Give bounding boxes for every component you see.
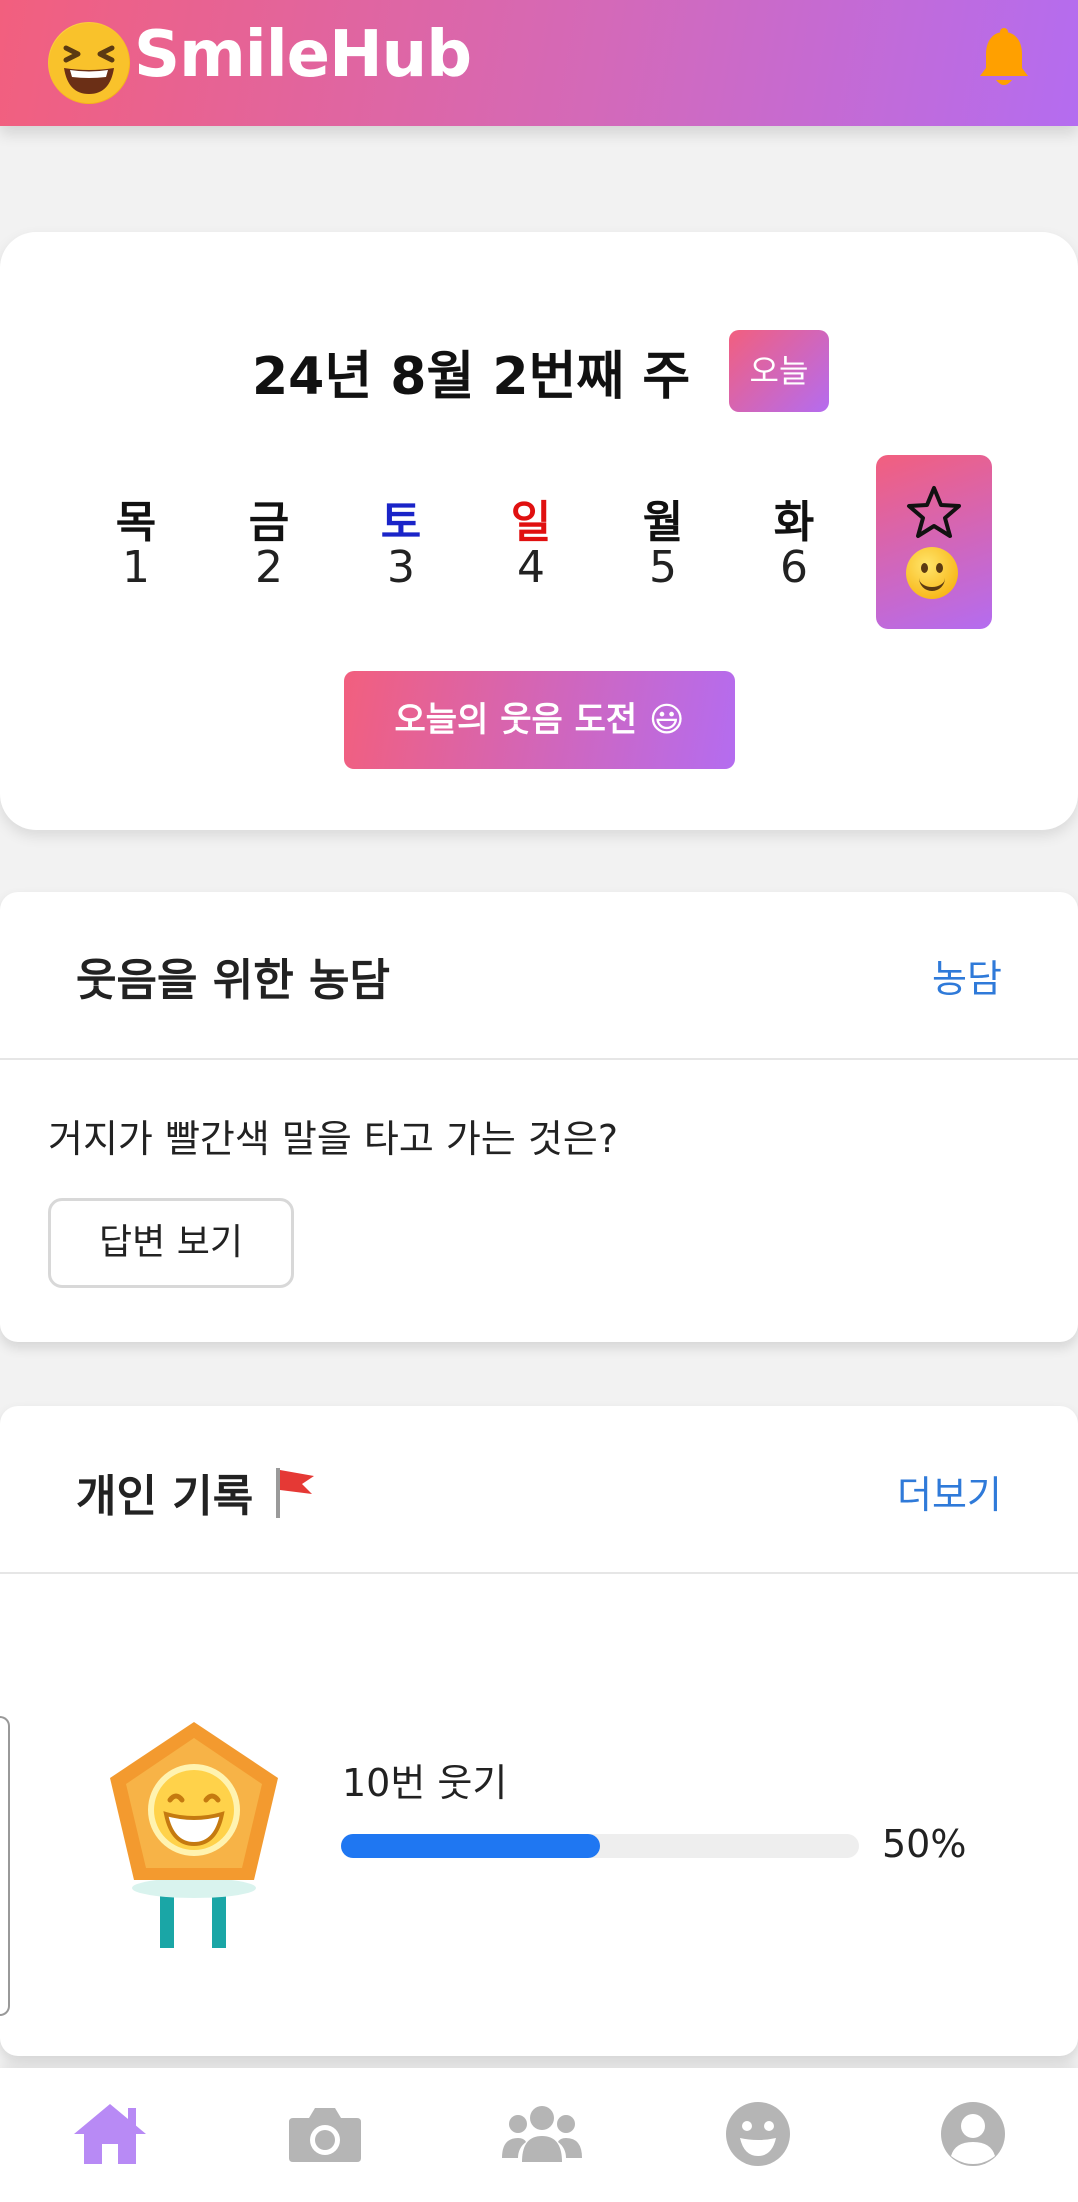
friends-icon[interactable]: [502, 2098, 582, 2170]
smile-medal-icon: [104, 1718, 284, 1950]
day-mon[interactable]: 월 5: [623, 486, 703, 593]
app-header: SmileHub: [0, 0, 1078, 126]
day-of-week: 토: [380, 497, 422, 548]
day-number: 3: [387, 542, 415, 593]
laugh-challenge-button[interactable]: 오늘의 웃음 도전 😃: [344, 671, 735, 769]
bell-icon[interactable]: [978, 28, 1030, 92]
show-answer-button[interactable]: 답변 보기: [48, 1198, 294, 1288]
day-number: 4: [517, 542, 545, 593]
day-of-week: 목: [115, 497, 157, 548]
today-button[interactable]: 오늘: [729, 330, 829, 412]
goal-label: 10번 웃기: [342, 1761, 508, 1805]
today-day-cell[interactable]: [876, 455, 992, 629]
home-icon[interactable]: [70, 2098, 150, 2170]
laughing-face-icon: [48, 22, 130, 104]
day-of-week: 월: [642, 497, 684, 548]
edge-handle[interactable]: [0, 1716, 10, 2016]
joke-question: 거지가 빨간색 말을 타고 가는 것은?: [48, 1117, 619, 1161]
profile-icon[interactable]: [933, 2098, 1013, 2170]
day-tue[interactable]: 화 6: [754, 486, 834, 593]
star-icon: [907, 486, 961, 538]
week-title: 24년 8월 2번째 주: [252, 347, 691, 407]
day-of-week: 금: [248, 497, 290, 548]
day-sat[interactable]: 토 3: [361, 486, 441, 593]
day-of-week: 화: [773, 497, 815, 548]
day-number: 1: [122, 542, 150, 593]
day-fri[interactable]: 금 2: [229, 486, 309, 593]
progress-bar: [341, 1834, 859, 1858]
joke-link[interactable]: 농담: [932, 948, 1002, 1003]
day-number: 5: [649, 542, 677, 593]
day-of-week: 일: [510, 497, 552, 548]
smile-icon[interactable]: [718, 2098, 798, 2170]
record-section-title: 개인 기록: [76, 1471, 254, 1522]
red-flag-icon: [272, 1466, 316, 1520]
camera-icon[interactable]: [285, 2098, 365, 2170]
day-thu[interactable]: 목 1: [96, 486, 176, 593]
divider: [0, 1058, 1078, 1060]
more-link[interactable]: 더보기: [897, 1464, 1002, 1519]
progress-fill: [341, 1834, 600, 1858]
progress-percent: 50%: [882, 1822, 967, 1866]
day-number: 6: [780, 542, 808, 593]
day-sun[interactable]: 일 4: [491, 486, 571, 593]
app-logo-text: SmileHub: [134, 18, 472, 92]
joke-section-title: 웃음을 위한 농담: [76, 955, 390, 1006]
bottom-navigation: [0, 2068, 1078, 2202]
divider: [0, 1572, 1078, 1574]
day-number: 2: [255, 542, 283, 593]
slightly-smiling-face-icon: [906, 547, 958, 599]
